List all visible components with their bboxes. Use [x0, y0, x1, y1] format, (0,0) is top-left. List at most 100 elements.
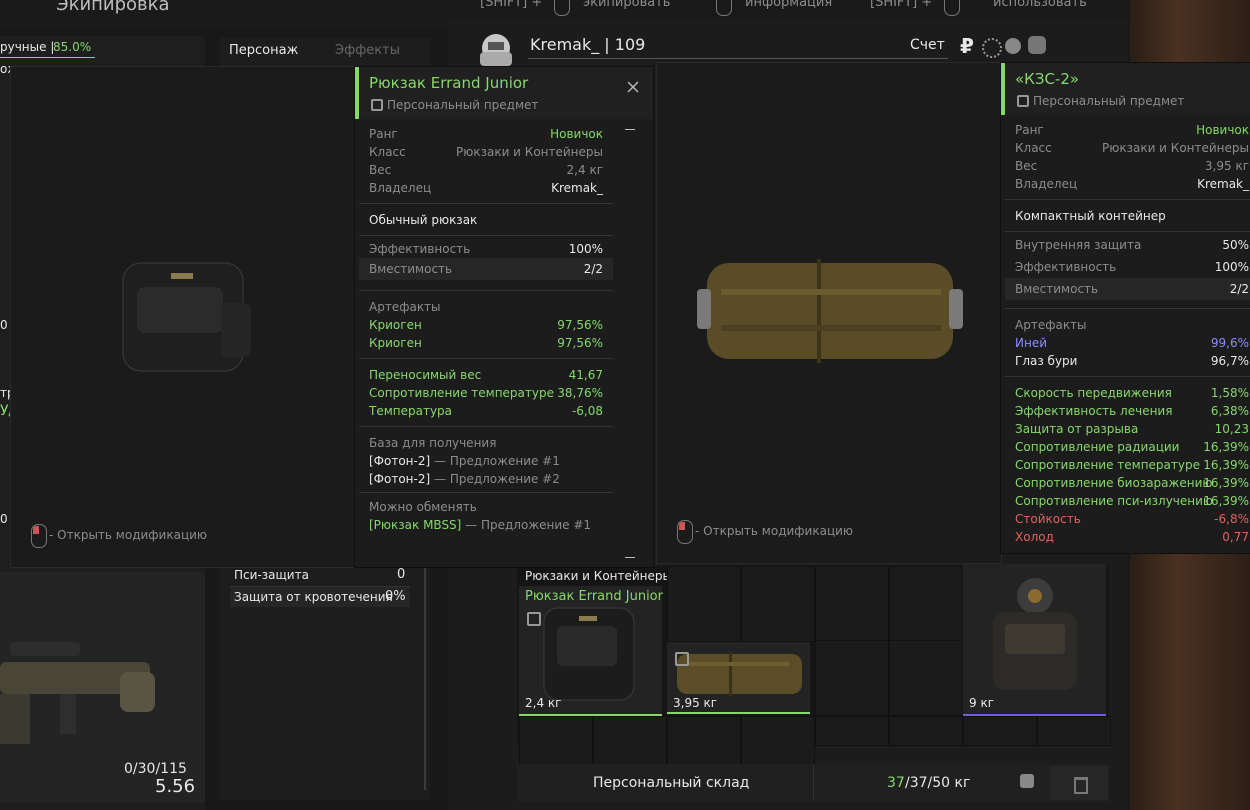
tab-effects[interactable]: Эффекты: [335, 42, 400, 60]
bonus-name: Эффективность лечения: [1015, 404, 1173, 418]
bonus-value: 1,58%: [1210, 386, 1249, 400]
item-description: Обычный рюкзак: [369, 213, 478, 227]
penalty-value: -6,8%: [1214, 512, 1249, 526]
weight-rest: /37/50 кг: [905, 775, 971, 791]
bonus-value: 16,39%: [1203, 476, 1249, 490]
bonus-value: 16,39%: [1203, 440, 1249, 454]
hint-equip-key: [SHIFT] +: [480, 0, 543, 10]
bonus-name: Сопротивление биозаражению: [1015, 476, 1213, 490]
mouse-icon: [554, 0, 570, 16]
artifact-name: Глаз бури: [1015, 354, 1078, 368]
page-title: Экипировка: [56, 0, 170, 15]
artifact-name: Криоген: [369, 336, 422, 350]
tooltip-scrollbar[interactable]: [615, 123, 639, 567]
lock-icon: [1017, 95, 1029, 107]
grenade-icon[interactable]: [1028, 36, 1046, 54]
tab-character[interactable]: Персонаж: [229, 42, 298, 60]
weight-icon: [1020, 774, 1034, 788]
inventory-cell[interactable]: [963, 716, 1037, 746]
owner-value: Kremak_: [1197, 177, 1249, 191]
base-item-offer: — Предложение #1: [430, 454, 560, 468]
inventory-cell[interactable]: [667, 566, 741, 642]
class-value: Рюкзаки и Контейнеры: [1102, 141, 1249, 155]
rank-value: Новичок: [1196, 123, 1249, 137]
artifacts-header: Артефакты: [369, 300, 441, 314]
stash-label[interactable]: Персональный склад: [593, 774, 749, 792]
bonus-value: 38,76%: [557, 386, 603, 400]
artifact-value: 97,56%: [557, 336, 603, 350]
bonus-name: Переносимый вес: [369, 368, 482, 382]
capacity-value: 2/2: [583, 262, 603, 276]
inventory-cell[interactable]: [889, 640, 963, 716]
lock-icon: [527, 612, 541, 626]
lock-icon: [371, 99, 383, 111]
category-label: Рюкзаки и Контейнеры: [525, 569, 672, 583]
bonus-name: Сопротивление радиации: [1015, 440, 1180, 454]
efficiency-value: 100%: [568, 242, 603, 256]
item-preview-left: [10, 66, 356, 568]
item-weight: 9 кг: [969, 696, 995, 710]
inventory-cell[interactable]: [1037, 716, 1111, 746]
owner-value: Kremak_: [551, 181, 603, 195]
owner-label: Владелец: [369, 181, 432, 195]
stat-value: 85.0%: [53, 40, 92, 54]
artifact-value: 96,7%: [1210, 354, 1249, 368]
hint-use-key: [SHIFT] +: [870, 0, 933, 10]
class-label: Класс: [1015, 141, 1052, 155]
weight-value: 3,95 кг: [1204, 159, 1249, 173]
bonus-name: Защита от разрыва: [1015, 422, 1139, 436]
stat-label: ручные |: [0, 40, 55, 54]
inventory-cell[interactable]: [889, 566, 963, 642]
inventory-cell[interactable]: [815, 716, 889, 746]
caliber: 5.56: [155, 776, 196, 797]
bonus-value: -6,08: [571, 404, 603, 418]
ruble-icon[interactable]: ₽: [960, 34, 974, 58]
item-title: «КЗС-2»: [1015, 70, 1080, 88]
account-label: Счет: [910, 37, 945, 53]
efficiency-value: 100%: [1214, 260, 1249, 274]
owner-label: Владелец: [1015, 177, 1078, 191]
item-tooltip-left: Рюкзак Errand Junior Персональный предме…: [354, 66, 654, 568]
mouse-icon: [716, 0, 732, 16]
efficiency-label: Эффективность: [1015, 260, 1117, 274]
penalty-value: 0,77: [1222, 530, 1249, 544]
bonus-name: Температура: [369, 404, 453, 418]
penalty-name: Стойкость: [1015, 512, 1081, 526]
bonus-name: Сопротивление пси-излучению: [1015, 494, 1214, 508]
item-weight: 2,4 кг: [525, 696, 562, 710]
trash-icon[interactable]: [1050, 766, 1108, 800]
base-item-link[interactable]: [Фотон-2]: [369, 454, 430, 468]
artifact-name: Криоген: [369, 318, 422, 332]
base-item-link[interactable]: [Фотон-2]: [369, 472, 430, 486]
hint-use-action: использовать: [993, 0, 1087, 10]
selected-item-name: Рюкзак Errand Junior: [525, 589, 663, 604]
artifact-value: 97,56%: [557, 318, 603, 332]
capacity-value: 2/2: [1229, 282, 1249, 296]
inventory-cell[interactable]: [815, 640, 889, 716]
capacity-label: Вместимость: [369, 262, 453, 276]
weight-current: 37: [887, 775, 905, 791]
class-value: Рюкзаки и Контейнеры: [456, 145, 603, 159]
inventory-cell[interactable]: [815, 566, 889, 642]
exchange-offer: — Предложение #1: [461, 518, 592, 532]
psi-protection-value: 0: [397, 567, 406, 582]
personal-item-label: Персональный предмет: [387, 98, 539, 112]
inner-protection-label: Внутренняя защита: [1015, 238, 1142, 252]
item-tooltip-right: «КЗС-2» Персональный предмет Ранг Новичок…: [1000, 62, 1250, 554]
bonus-value: 16,39%: [1203, 494, 1249, 508]
artifact-value: 99,6%: [1210, 336, 1249, 350]
compass-icon[interactable]: [1005, 38, 1021, 54]
bonus-name: Сопротивление температуре: [369, 386, 554, 400]
item-description: Компактный контейнер: [1015, 209, 1166, 223]
close-icon[interactable]: [625, 79, 641, 95]
bonus-value: 16,39%: [1203, 458, 1249, 472]
item-title: Рюкзак Errand Junior: [369, 74, 529, 92]
base-item-offer: — Предложение #2: [430, 472, 560, 486]
inventory-cell[interactable]: [741, 566, 815, 642]
item-preview-right: [656, 62, 1002, 564]
efficiency-label: Эффективность: [369, 242, 471, 256]
gear-icon[interactable]: [982, 38, 1002, 58]
inventory-cell[interactable]: [889, 716, 963, 746]
hint-info-action: информация: [745, 0, 833, 10]
exchange-item-link[interactable]: [Рюкзак MBSS]: [369, 518, 461, 532]
